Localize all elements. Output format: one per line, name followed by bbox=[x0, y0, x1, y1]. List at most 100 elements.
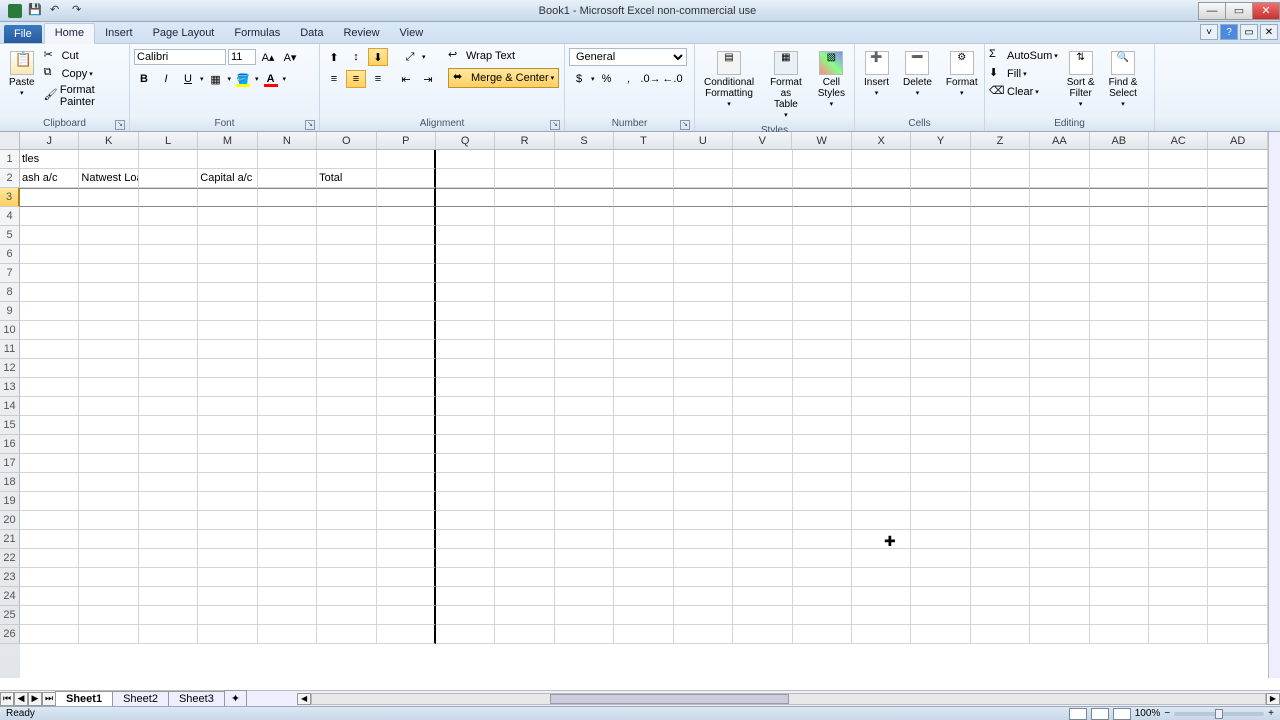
cell[interactable] bbox=[377, 188, 436, 207]
cell[interactable] bbox=[79, 416, 138, 435]
cell[interactable] bbox=[198, 150, 257, 169]
cell[interactable] bbox=[733, 530, 792, 549]
cell[interactable] bbox=[317, 492, 376, 511]
cell[interactable] bbox=[20, 264, 79, 283]
cell[interactable] bbox=[436, 321, 495, 340]
cell[interactable] bbox=[852, 606, 911, 625]
cell[interactable] bbox=[139, 378, 198, 397]
cell[interactable] bbox=[1090, 606, 1149, 625]
cell[interactable] bbox=[971, 606, 1030, 625]
cell[interactable] bbox=[1030, 378, 1089, 397]
cell[interactable] bbox=[1149, 359, 1208, 378]
cell[interactable] bbox=[793, 473, 852, 492]
cell[interactable] bbox=[674, 245, 733, 264]
sort-filter-button[interactable]: ⇅Sort & Filter▾ bbox=[1062, 48, 1100, 113]
cell[interactable] bbox=[79, 207, 138, 226]
cell[interactable] bbox=[971, 416, 1030, 435]
cell[interactable] bbox=[317, 473, 376, 492]
cell[interactable] bbox=[1208, 283, 1267, 302]
cell[interactable] bbox=[139, 416, 198, 435]
row-header[interactable]: 9 bbox=[0, 302, 20, 321]
cell[interactable] bbox=[614, 568, 673, 587]
cell[interactable] bbox=[1030, 549, 1089, 568]
cell[interactable] bbox=[198, 435, 257, 454]
cell[interactable] bbox=[139, 207, 198, 226]
cell[interactable] bbox=[674, 226, 733, 245]
cell[interactable] bbox=[852, 568, 911, 587]
cell[interactable] bbox=[258, 378, 317, 397]
cell[interactable] bbox=[614, 226, 673, 245]
cell[interactable] bbox=[139, 302, 198, 321]
cell[interactable] bbox=[20, 283, 79, 302]
cell[interactable] bbox=[555, 188, 614, 207]
row-header[interactable]: 17 bbox=[0, 454, 20, 473]
cell[interactable] bbox=[377, 454, 436, 473]
cell[interactable] bbox=[911, 245, 970, 264]
vertical-scrollbar[interactable] bbox=[1268, 132, 1280, 678]
cell[interactable] bbox=[495, 549, 554, 568]
cell[interactable] bbox=[971, 321, 1030, 340]
align-top-icon[interactable]: ⬆ bbox=[324, 48, 344, 66]
hscroll-right-icon[interactable]: ▶ bbox=[1266, 693, 1280, 705]
cell[interactable] bbox=[852, 359, 911, 378]
cell[interactable] bbox=[852, 625, 911, 644]
cell[interactable] bbox=[1030, 511, 1089, 530]
cell[interactable] bbox=[614, 397, 673, 416]
cell[interactable] bbox=[852, 416, 911, 435]
cell[interactable] bbox=[674, 397, 733, 416]
cell[interactable] bbox=[436, 264, 495, 283]
cell[interactable] bbox=[1208, 150, 1267, 169]
cell[interactable] bbox=[1208, 549, 1267, 568]
align-right-icon[interactable]: ≡ bbox=[368, 70, 388, 88]
cell[interactable] bbox=[555, 207, 614, 226]
cell[interactable] bbox=[1090, 359, 1149, 378]
cell[interactable] bbox=[198, 207, 257, 226]
sheet-nav-next-icon[interactable]: ▶ bbox=[28, 692, 42, 706]
cell[interactable] bbox=[971, 473, 1030, 492]
cell[interactable] bbox=[1030, 264, 1089, 283]
cell[interactable] bbox=[555, 378, 614, 397]
cell[interactable] bbox=[852, 511, 911, 530]
cell[interactable] bbox=[436, 473, 495, 492]
paste-button[interactable]: 📋 Paste▾ bbox=[4, 48, 40, 102]
cell[interactable] bbox=[733, 188, 792, 207]
cell-styles-button[interactable]: ▧Cell Styles▾ bbox=[813, 48, 850, 113]
sheet-tab-1[interactable]: Sheet1 bbox=[55, 691, 113, 707]
cell[interactable] bbox=[20, 340, 79, 359]
row-header[interactable]: 10 bbox=[0, 321, 20, 340]
cell[interactable] bbox=[79, 511, 138, 530]
cell[interactable] bbox=[317, 207, 376, 226]
cell[interactable] bbox=[911, 568, 970, 587]
cell[interactable] bbox=[1208, 416, 1267, 435]
cell[interactable] bbox=[614, 150, 673, 169]
row-header[interactable]: 18 bbox=[0, 473, 20, 492]
cell[interactable] bbox=[793, 188, 852, 207]
row-header[interactable]: 2 bbox=[0, 169, 20, 188]
cell[interactable] bbox=[436, 625, 495, 644]
cell[interactable] bbox=[614, 207, 673, 226]
cell[interactable] bbox=[317, 454, 376, 473]
cell[interactable] bbox=[1149, 473, 1208, 492]
cell[interactable] bbox=[1090, 321, 1149, 340]
cell[interactable] bbox=[1030, 416, 1089, 435]
cell[interactable] bbox=[911, 226, 970, 245]
row-header[interactable]: 16 bbox=[0, 435, 20, 454]
cell[interactable] bbox=[20, 511, 79, 530]
cell[interactable] bbox=[674, 568, 733, 587]
cell[interactable] bbox=[793, 150, 852, 169]
cell[interactable] bbox=[614, 416, 673, 435]
cell[interactable] bbox=[198, 587, 257, 606]
cell[interactable] bbox=[1090, 207, 1149, 226]
cell[interactable] bbox=[495, 511, 554, 530]
cell[interactable] bbox=[852, 549, 911, 568]
cell[interactable] bbox=[852, 340, 911, 359]
cell[interactable] bbox=[198, 530, 257, 549]
cell[interactable] bbox=[1090, 397, 1149, 416]
cell[interactable] bbox=[436, 340, 495, 359]
row-header[interactable]: 4 bbox=[0, 207, 20, 226]
cell[interactable] bbox=[911, 549, 970, 568]
cell[interactable] bbox=[436, 302, 495, 321]
cell[interactable] bbox=[555, 606, 614, 625]
cell[interactable] bbox=[139, 492, 198, 511]
cell[interactable] bbox=[614, 587, 673, 606]
